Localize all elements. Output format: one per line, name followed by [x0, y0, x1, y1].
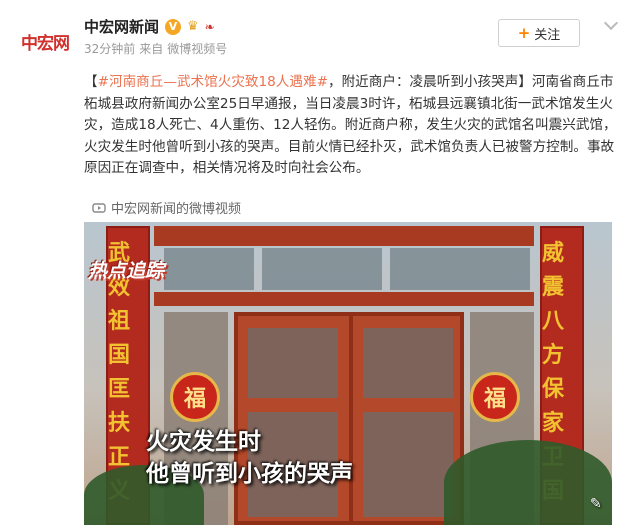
door-glass: [363, 328, 453, 398]
crown-icon: ♛: [187, 19, 199, 34]
plus-icon: +: [517, 24, 531, 42]
post-source[interactable]: 微博视频号: [167, 40, 227, 57]
follow-label: 关注: [534, 27, 561, 43]
door-glass: [248, 328, 338, 398]
video-player[interactable]: 福 福 武效祖国匡扶正义 威震八方保家卫国 热点追踪 火灾发生时 他曾听到小孩的…: [84, 222, 612, 525]
verified-badge-icon: V: [165, 18, 182, 35]
door-glass: [363, 412, 453, 517]
video-source-label: 中宏网新闻的微博视频: [111, 202, 242, 217]
post-header: 中宏网 中宏网新闻 V ♛ ❧ 32分钟前 来自 微博视频号 + 关注: [0, 0, 640, 70]
weibo-watermark-icon: ✎: [590, 496, 602, 512]
video-caption-line1: 火灾发生时: [146, 429, 261, 455]
video-source-link[interactable]: 中宏网新闻的微博视频: [92, 198, 241, 217]
bracket-open: 【: [84, 74, 98, 90]
storefront-frame: [154, 226, 534, 246]
chevron-down-icon[interactable]: [604, 18, 618, 32]
post-meta: 32分钟前 来自 微博视频号: [84, 40, 227, 57]
avatar[interactable]: 中宏网: [14, 18, 76, 64]
fan-badge-icon: ❧: [204, 19, 215, 34]
window-pane: [164, 248, 254, 290]
source-prefix: 来自: [139, 42, 164, 56]
post-text: 【#河南商丘—武术馆火灾致18人遇难#，附近商户：凌晨听到小孩哭声】河南省商丘市…: [84, 72, 624, 180]
author-row: 中宏网新闻 V ♛ ❧: [84, 16, 215, 37]
follow-button[interactable]: + 关注: [498, 19, 580, 47]
window-pane: [262, 248, 382, 290]
link-icon: [92, 202, 106, 213]
storefront-beam: [154, 292, 534, 306]
program-logo: 热点追踪: [88, 260, 165, 282]
video-caption-line2: 他曾听到小孩的哭声: [146, 461, 353, 487]
author-name[interactable]: 中宏网新闻: [84, 16, 159, 37]
fu-decoration: 福: [170, 372, 220, 422]
topic-link[interactable]: #河南商丘—武术馆火灾致18人遇难#: [98, 74, 328, 90]
storefront-door: [234, 312, 464, 525]
door-divider: [349, 316, 353, 525]
plant: [444, 440, 612, 525]
post-time: 32分钟前: [84, 42, 136, 56]
fu-decoration: 福: [470, 372, 520, 422]
window-pane: [390, 248, 530, 290]
